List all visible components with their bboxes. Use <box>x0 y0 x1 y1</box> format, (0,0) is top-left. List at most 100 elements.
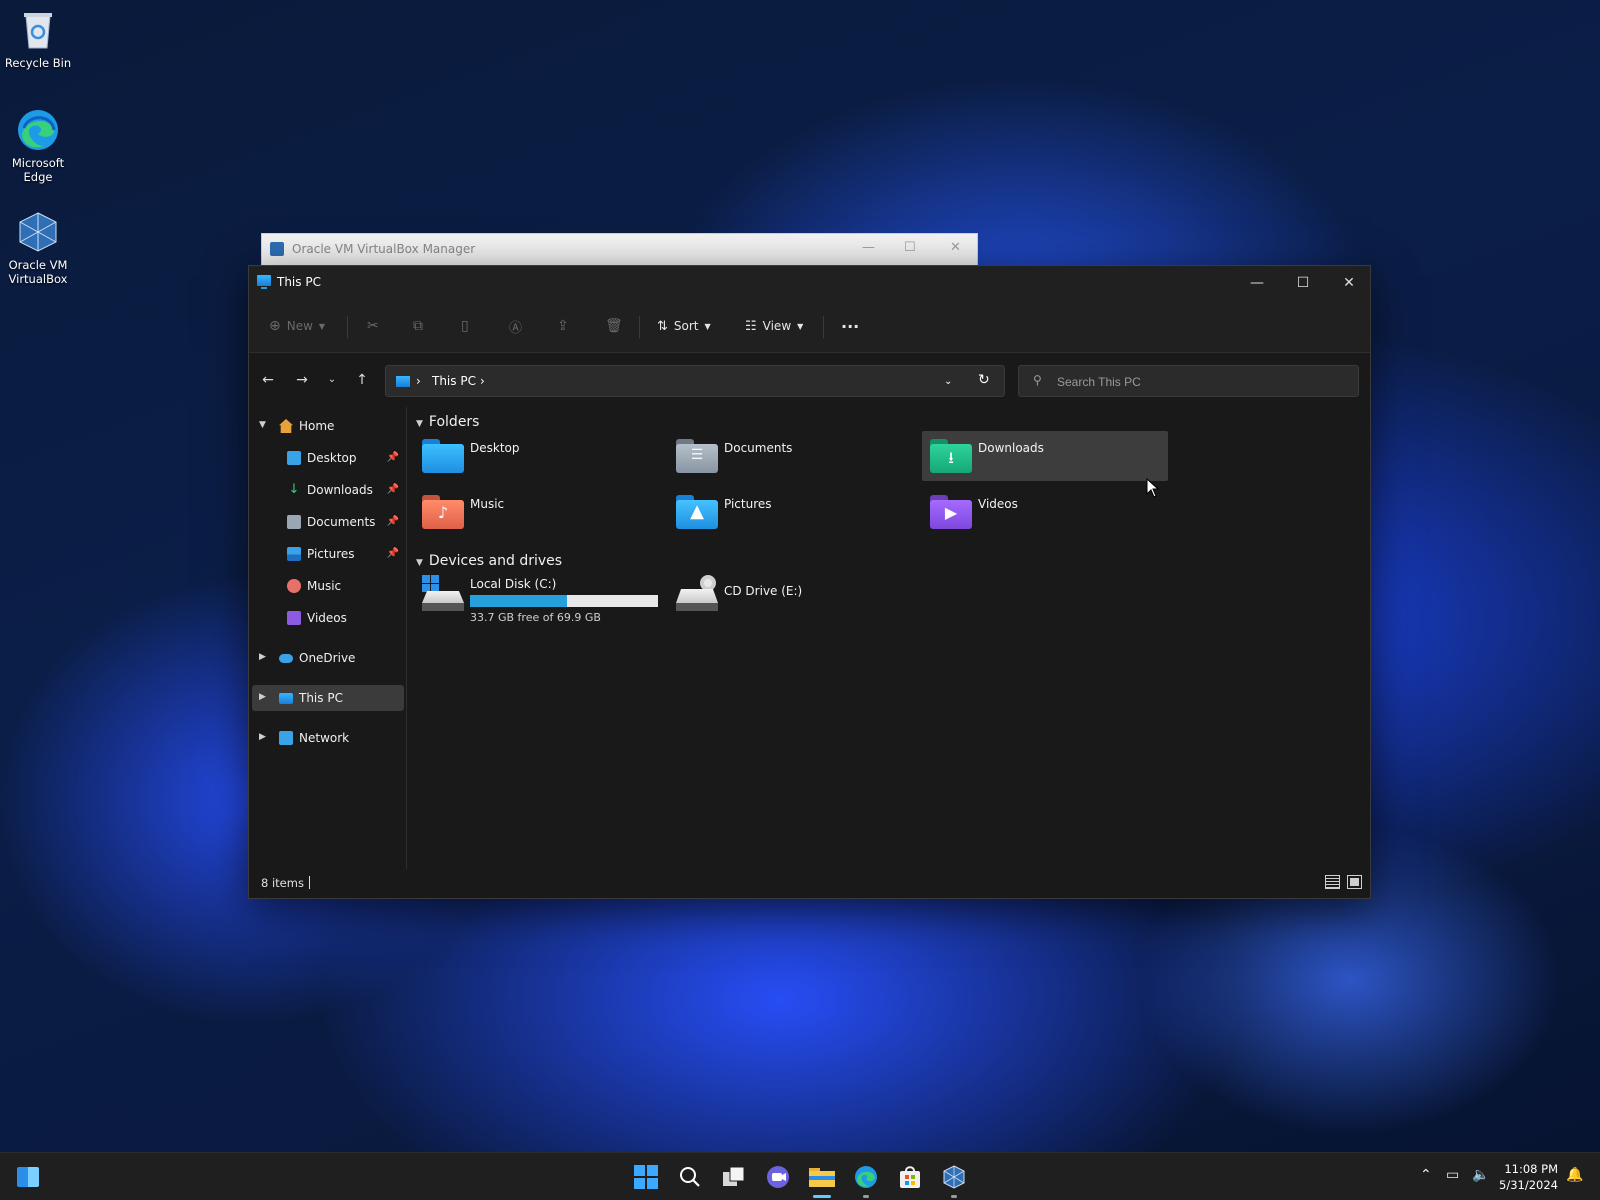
sidebar-item-this-pc[interactable]: ▶ This PC <box>252 685 404 711</box>
rename-icon: Ⓐ <box>509 320 523 336</box>
system-clock[interactable]: 11:08 PM 5/31/2024 <box>1499 1161 1558 1193</box>
view-label: View <box>762 319 792 333</box>
virtualbox-taskbar-button[interactable] <box>940 1163 968 1198</box>
file-explorer-taskbar-button[interactable] <box>808 1163 836 1198</box>
show-hidden-icons-chevron-icon[interactable]: ⌃ <box>1420 1167 1432 1183</box>
this-pc-icon <box>257 275 271 289</box>
store-taskbar-button[interactable] <box>896 1163 924 1191</box>
folders-group-header[interactable]: ▼ Folders <box>416 414 479 430</box>
sidebar-item-videos[interactable]: Videos <box>249 605 405 631</box>
pin-icon[interactable]: 📌 <box>387 452 399 463</box>
documents-folder-icon: ☰ <box>676 439 718 473</box>
sort-icon: ⇅ <box>657 318 668 334</box>
network-status-icon[interactable]: ▭ <box>1446 1167 1459 1183</box>
toolbar-divider <box>823 316 824 338</box>
desktop-icon-virtualbox[interactable]: Oracle VM VirtualBox <box>4 210 72 286</box>
folder-tile-documents[interactable]: ☰ Documents <box>668 431 914 481</box>
status-bar: 8 items <box>249 868 1370 898</box>
breadcrumb-separator-icon[interactable]: › <box>480 374 485 388</box>
pin-icon[interactable]: 📌 <box>387 548 399 559</box>
maximize-button[interactable]: ☐ <box>1280 266 1326 300</box>
drive-tile-local-disk[interactable]: Local Disk (C:) 33.7 GB free of 69.9 GB <box>414 571 660 631</box>
sidebar-item-onedrive[interactable]: ▶ OneDrive <box>249 645 405 671</box>
widgets-button[interactable] <box>14 1163 42 1191</box>
pin-icon[interactable]: 📌 <box>387 516 399 527</box>
folder-tile-desktop[interactable]: Desktop <box>414 431 660 481</box>
sidebar-item-documents[interactable]: Documents 📌 <box>249 509 405 535</box>
store-bag-icon <box>900 1166 920 1188</box>
folder-tile-music[interactable]: ♪ Music <box>414 487 660 537</box>
running-app-indicator <box>863 1195 869 1198</box>
share-button[interactable]: ⇪ <box>557 314 569 338</box>
cut-button[interactable]: ✂ <box>367 314 379 338</box>
rename-button[interactable]: Ⓐ <box>509 314 522 338</box>
sidebar-item-network[interactable]: ▶ Network <box>249 725 405 751</box>
chevron-right-icon[interactable]: ▶ <box>259 692 266 702</box>
video-icon <box>287 611 301 625</box>
folder-tile-downloads[interactable]: ⭳ Downloads <box>922 431 1168 481</box>
folder-label: Documents <box>724 441 793 455</box>
chat-button[interactable] <box>764 1163 792 1191</box>
folder-label: Music <box>470 497 505 511</box>
chevron-down-icon: ▼ <box>704 321 711 331</box>
delete-button[interactable]: 🗑 <box>605 314 623 338</box>
copy-button[interactable]: ⧉ <box>413 314 423 338</box>
search-box[interactable]: ⚲ <box>1018 365 1359 397</box>
file-explorer-window[interactable]: This PC — ☐ ✕ ⊕ New ▼ ✂ ⧉ ▯ Ⓐ ⇪ 🗑 ⇅ Sort… <box>248 265 1371 899</box>
bg-maximize-icon[interactable]: ☐ <box>904 240 916 255</box>
devices-group-header[interactable]: ▼ Devices and drives <box>416 553 562 569</box>
search-button[interactable] <box>676 1163 704 1191</box>
sidebar-item-pictures[interactable]: Pictures 📌 <box>249 541 405 567</box>
address-bar[interactable]: › This PC › ⌄ ↻ <box>385 365 1005 397</box>
back-button[interactable]: ← <box>259 371 277 389</box>
chevron-right-icon[interactable]: ▶ <box>259 732 266 742</box>
sort-button[interactable]: ⇅ Sort ▼ <box>657 314 711 338</box>
volume-muted-icon[interactable]: 🔈 <box>1472 1167 1489 1183</box>
address-dropdown-icon[interactable]: ⌄ <box>944 376 952 387</box>
more-options-button[interactable]: ··· <box>841 314 859 338</box>
close-button[interactable]: ✕ <box>1326 266 1372 300</box>
details-view-icon[interactable] <box>1325 875 1340 889</box>
sidebar-item-label: Home <box>299 419 335 433</box>
chevron-right-icon[interactable]: ▶ <box>259 652 266 662</box>
drive-tile-cd-drive[interactable]: CD Drive (E:) <box>668 571 914 631</box>
desktop-icon-label: Oracle VM VirtualBox <box>8 258 68 286</box>
title-bar[interactable]: This PC — ☐ ✕ <box>249 266 1370 300</box>
recent-locations-button[interactable]: ⌄ <box>323 371 341 389</box>
minimize-button[interactable]: — <box>1234 266 1280 300</box>
this-pc-icon <box>396 376 410 387</box>
desktop-icon <box>287 451 301 465</box>
task-view-button[interactable] <box>720 1163 748 1191</box>
forward-button[interactable]: → <box>293 371 311 389</box>
share-icon: ⇪ <box>557 318 569 334</box>
sidebar-item-label: OneDrive <box>299 651 356 665</box>
breadcrumb-this-pc[interactable]: This PC <box>432 374 476 388</box>
bg-minimize-icon[interactable]: — <box>862 240 875 255</box>
desktop-icon-label: Microsoft Edge <box>11 156 65 184</box>
folder-tile-pictures[interactable]: ▲ Pictures <box>668 487 914 537</box>
edge-taskbar-button[interactable] <box>852 1163 880 1198</box>
breadcrumb-separator-icon[interactable]: › <box>416 374 421 388</box>
large-icons-view-icon[interactable] <box>1347 875 1362 889</box>
up-button[interactable]: ↑ <box>353 371 371 389</box>
desktop-icon-edge[interactable]: Microsoft Edge <box>4 108 72 184</box>
search-input[interactable] <box>1057 373 1347 391</box>
desktop-icon-recycle-bin[interactable]: Recycle Bin <box>4 8 72 70</box>
start-button[interactable] <box>632 1163 660 1191</box>
sidebar-item-desktop[interactable]: Desktop 📌 <box>249 445 405 471</box>
bg-close-icon[interactable]: ✕ <box>950 240 961 255</box>
pin-icon[interactable]: 📌 <box>387 484 399 495</box>
new-button[interactable]: ⊕ New ▼ <box>269 314 325 338</box>
refresh-icon[interactable]: ↻ <box>978 372 990 388</box>
sidebar-item-music[interactable]: Music <box>249 573 405 599</box>
toolbar-divider <box>347 316 348 338</box>
folder-icon <box>809 1168 835 1187</box>
notification-bell-icon[interactable]: 🔔 <box>1566 1167 1583 1183</box>
sidebar-item-home[interactable]: ▼ Home <box>249 413 405 439</box>
paste-button[interactable]: ▯ <box>461 314 469 338</box>
sidebar-item-downloads[interactable]: ↓ Downloads 📌 <box>249 477 405 503</box>
chevron-down-icon[interactable]: ▼ <box>259 420 266 430</box>
view-button[interactable]: ☷ View ▼ <box>745 314 803 338</box>
folder-tile-videos[interactable]: ▶ Videos <box>922 487 1168 537</box>
virtualbox-manager-window[interactable]: Oracle VM VirtualBox Manager — ☐ ✕ <box>261 233 978 267</box>
